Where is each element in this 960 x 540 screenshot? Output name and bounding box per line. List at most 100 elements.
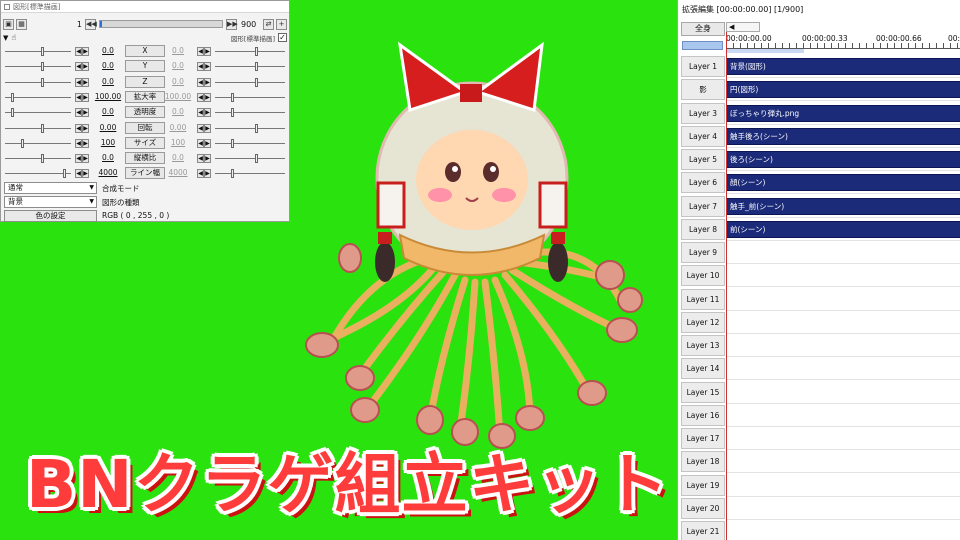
layer-track[interactable] xyxy=(726,357,960,381)
track-nudge-left[interactable]: ◀ ▶ xyxy=(75,62,89,72)
track-nudge-left[interactable]: ◀ ▶ xyxy=(75,154,89,164)
timeline-clip[interactable]: 触手_前(シーン) xyxy=(726,197,960,215)
layer-track[interactable] xyxy=(726,310,960,334)
track-knob-right[interactable] xyxy=(255,62,258,72)
track-nudge-left[interactable]: ◀ ▶ xyxy=(75,123,89,133)
layer-header[interactable]: Layer 21 xyxy=(681,521,725,540)
layer-header[interactable]: Layer 7 xyxy=(681,195,725,217)
split-icon[interactable]: ▣ xyxy=(3,18,14,30)
track-knob-right[interactable] xyxy=(231,169,234,179)
track-slider-left[interactable] xyxy=(5,51,71,52)
link-icon[interactable]: ⇄ xyxy=(263,18,274,30)
track-slider-right[interactable] xyxy=(215,81,285,83)
track-slider-right[interactable] xyxy=(215,51,285,52)
track-slider-left[interactable] xyxy=(5,81,71,83)
track-knob-left[interactable] xyxy=(41,154,44,164)
timeline-clip[interactable]: 円(図形) xyxy=(726,81,960,99)
layer-track[interactable]: 触手後ろ(シーン) xyxy=(726,124,960,148)
track-mode-button[interactable]: 拡大率 xyxy=(125,90,165,103)
layer-track[interactable] xyxy=(726,496,960,520)
track-mode-button[interactable]: ライン幅 xyxy=(125,167,165,180)
track-slider-right[interactable] xyxy=(215,142,285,144)
track-nudge-right[interactable]: ◀ ▶ xyxy=(197,47,211,56)
track-value-left[interactable]: 0.0 xyxy=(93,61,123,70)
layer-header[interactable]: Layer 12 xyxy=(681,311,725,333)
layer-header[interactable]: Layer 17 xyxy=(681,428,725,449)
track-nudge-right[interactable]: ◀ ▶ xyxy=(197,138,211,148)
layer-track[interactable]: ぼっちゃり弾丸.png xyxy=(726,101,960,125)
track-knob-right[interactable] xyxy=(255,123,258,133)
track-knob-right[interactable] xyxy=(255,154,258,164)
layer-header[interactable]: 影 xyxy=(681,79,725,101)
layer-header[interactable]: Layer 8 xyxy=(681,218,725,240)
track-value-right[interactable]: 100.00 xyxy=(163,92,193,101)
track-value-left[interactable]: 100.00 xyxy=(93,92,123,101)
timeline-clip[interactable]: 後ろ(シーン) xyxy=(726,151,960,168)
track-nudge-right[interactable]: ◀ ▶ xyxy=(197,62,211,72)
track-mode-button[interactable]: 回転 xyxy=(125,121,165,134)
track-slider-right[interactable] xyxy=(215,112,285,114)
timeline-horizontal-scroll[interactable]: ◀ xyxy=(726,22,760,32)
track-slider-right[interactable] xyxy=(215,127,285,129)
track-nudge-left[interactable]: ◀ ▶ xyxy=(75,77,89,87)
layer-header[interactable]: Layer 1 xyxy=(681,56,725,77)
track-knob-left[interactable] xyxy=(41,77,44,87)
track-nudge-right[interactable]: ◀ ▶ xyxy=(197,92,211,102)
track-nudge-right[interactable]: ◀ ▶ xyxy=(197,77,211,87)
track-knob-left[interactable] xyxy=(41,62,44,72)
zoom-all-button[interactable]: 全身 xyxy=(681,22,725,36)
layer-track[interactable] xyxy=(726,473,960,497)
track-slider-right[interactable] xyxy=(215,158,285,160)
track-slider-left[interactable] xyxy=(5,158,71,160)
track-nudge-right[interactable]: ◀ ▶ xyxy=(197,123,211,133)
layer-track[interactable]: 触手_前(シーン) xyxy=(726,194,960,218)
track-value-right[interactable]: 4000 xyxy=(163,168,193,177)
track-slider-left[interactable] xyxy=(5,66,71,68)
track-knob-right[interactable] xyxy=(255,77,258,87)
track-nudge-right[interactable]: ◀ ▶ xyxy=(197,154,211,164)
track-value-right[interactable]: 0.00 xyxy=(163,123,193,132)
track-slider-left[interactable] xyxy=(5,142,71,144)
track-mode-button[interactable]: 透明度 xyxy=(125,106,165,119)
layer-track[interactable] xyxy=(726,287,960,311)
track-value-left[interactable]: 0.0 xyxy=(93,77,123,86)
filter-enabled-checkbox[interactable]: ✓ xyxy=(278,33,287,42)
track-value-left[interactable]: 0.00 xyxy=(93,123,123,132)
layer-track[interactable] xyxy=(726,403,960,427)
timeline-clip[interactable]: 顔(シーン) xyxy=(726,174,960,192)
layer-track[interactable]: 前(シーン) xyxy=(726,217,960,241)
track-knob-left[interactable] xyxy=(63,169,66,179)
track-nudge-left[interactable]: ◀ ▶ xyxy=(75,138,89,148)
track-value-left[interactable]: 0.0 xyxy=(93,153,123,162)
layer-header[interactable]: Layer 13 xyxy=(681,335,725,356)
layer-track[interactable] xyxy=(726,264,960,288)
track-value-right[interactable]: 0.0 xyxy=(163,153,193,162)
track-value-left[interactable]: 4000 xyxy=(93,168,123,177)
track-slider-right[interactable] xyxy=(215,96,285,98)
layer-header[interactable]: Layer 11 xyxy=(681,288,725,310)
zoom-level-bar[interactable] xyxy=(682,41,723,50)
track-mode-button[interactable]: サイズ xyxy=(125,136,165,149)
layer-track[interactable] xyxy=(726,380,960,404)
timeline-clip[interactable]: 背景(図形) xyxy=(726,58,960,75)
layer-header[interactable]: Layer 16 xyxy=(681,404,725,426)
track-slider-left[interactable] xyxy=(5,173,71,175)
layer-header[interactable]: Layer 10 xyxy=(681,265,725,287)
layer-track[interactable] xyxy=(726,241,960,264)
layer-header[interactable]: Layer 9 xyxy=(681,242,725,263)
track-mode-button[interactable]: Y xyxy=(125,60,165,73)
time-ruler[interactable]: 00:00:00.00 00:00:00.33 00:00:00.66 00:0… xyxy=(726,32,960,53)
track-value-left[interactable]: 0.0 xyxy=(93,46,123,55)
playhead[interactable] xyxy=(726,32,727,540)
layer-header[interactable]: Layer 3 xyxy=(681,102,725,124)
grid-icon[interactable]: ▦ xyxy=(16,18,27,30)
frame-slider[interactable] xyxy=(99,20,223,28)
track-knob-left[interactable] xyxy=(21,138,24,148)
object-window-titlebar[interactable]: 図形[標準描画] xyxy=(1,1,289,13)
track-knob-left[interactable] xyxy=(11,92,14,102)
track-knob-left[interactable] xyxy=(41,123,44,133)
layer-track[interactable] xyxy=(726,427,960,450)
hand-icon[interactable]: ☝ xyxy=(11,33,16,42)
track-value-right[interactable]: 0.0 xyxy=(163,77,193,86)
layer-header[interactable]: Layer 6 xyxy=(681,172,725,194)
